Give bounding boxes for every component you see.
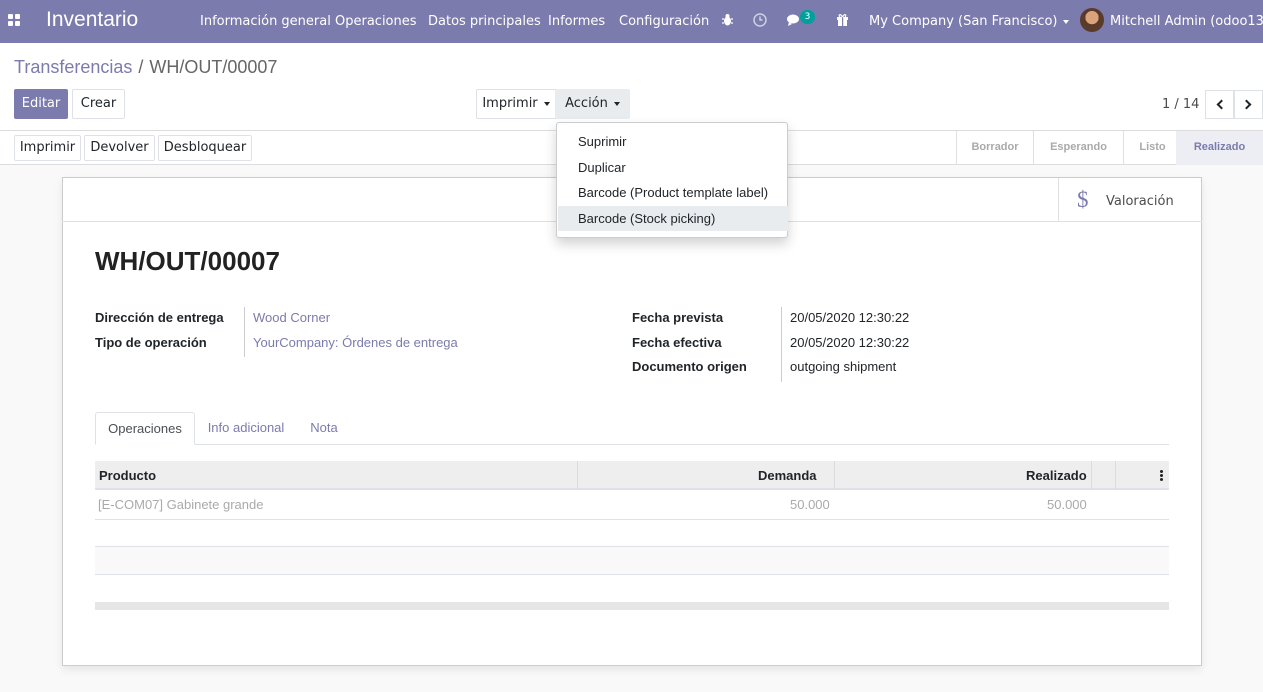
effective-date-label: Fecha efectiva [632,335,722,350]
chevron-right-icon [1241,99,1252,110]
print-dropdown-button[interactable]: Imprimir [476,89,556,119]
breadcrumb-current: WH/OUT/00007 [149,57,278,77]
tab-nota[interactable]: Nota [298,412,350,445]
clock-icon[interactable] [753,13,767,27]
dollar-icon: $ [1077,187,1089,212]
action-dropdown-button[interactable]: Acción [555,89,630,119]
stage-realizado: Realizado [1176,131,1263,165]
row-product[interactable]: [E-COM07] Gabinete grande [98,497,263,512]
chevron-left-icon [1216,99,1227,110]
column-divider [1115,461,1116,490]
bug-icon[interactable] [721,13,734,27]
chevron-down-icon [1063,19,1070,24]
delivery-address-value[interactable]: Wood Corner [253,310,330,325]
messages-badge: 3 [800,10,815,24]
menu-informes[interactable]: Informes [548,14,605,29]
breadcrumb-parent[interactable]: Transferencias [14,57,132,77]
chevron-down-icon [613,101,620,106]
scheduled-date-label: Fecha prevista [632,310,724,325]
print-label: Imprimir [482,96,538,111]
menu-operaciones[interactable]: Operaciones [335,14,417,29]
action-label: Acción [565,96,608,111]
row-demand[interactable]: 50.000 [790,497,830,512]
menu-item-duplicar[interactable]: Duplicar [558,155,788,180]
gift-icon[interactable] [836,12,849,26]
column-realizado[interactable]: Realizado [1026,468,1087,483]
pager-previous-button[interactable] [1205,90,1234,119]
unlock-button[interactable]: Desbloquear [158,135,252,161]
source-document-label: Documento origen [632,359,747,374]
table-row-divider [95,519,1169,520]
apps-menu-icon[interactable] [8,14,20,26]
column-divider [834,461,835,490]
top-navbar: Inventario Información general Operacion… [0,0,1263,43]
menu-item-suprimir[interactable]: Suprimir [558,129,788,154]
column-producto[interactable]: Producto [99,468,156,483]
stage-borrador: Borrador [971,141,1019,153]
menu-informacion-general[interactable]: Información general [200,14,331,29]
avatar[interactable] [1080,8,1104,32]
column-divider [577,461,578,490]
menu-configuracion[interactable]: Configuración [619,14,709,29]
column-demanda[interactable]: Demanda [758,468,817,483]
action-dropdown-menu: Suprimir Duplicar Barcode (Product templ… [556,122,788,238]
company-switcher[interactable]: My Company (San Francisco) [869,14,1070,29]
table-header [95,461,1169,490]
operation-type-value[interactable]: YourCompany: Órdenes de entrega [253,335,458,350]
print-button[interactable]: Imprimir [14,135,81,161]
return-button[interactable]: Devolver [84,135,155,161]
menu-item-barcode-stock-picking[interactable]: Barcode (Stock picking) [558,206,788,231]
chevron-down-icon [543,101,550,106]
table-row [95,547,1169,574]
company-name: My Company (San Francisco) [869,14,1058,29]
create-button[interactable]: Crear [72,89,125,119]
stage-esperando: Esperando [1050,141,1107,153]
pager-next-button[interactable] [1234,90,1263,119]
valuation-button[interactable]: $ Valoración [1058,178,1201,221]
breadcrumb: Transferencias / WH/OUT/00007 [14,57,277,78]
pager-value[interactable]: 1 / 14 [1162,97,1199,112]
column-divider [1091,461,1092,490]
menu-datos-principales[interactable]: Datos principales [428,14,541,29]
operation-type-label: Tipo de operación [95,335,207,350]
field-divider [244,307,245,357]
record-title: WH/OUT/00007 [95,246,280,276]
optional-columns-icon[interactable] [1160,470,1163,482]
field-divider [781,307,782,382]
stage-listo: Listo [1139,141,1166,153]
source-document-value: outgoing shipment [790,359,897,374]
row-done[interactable]: 50.000 [1047,497,1087,512]
user-name: Mitchell Admin (odoo13) [1110,14,1263,29]
tab-operaciones[interactable]: Operaciones [95,412,195,445]
table-footer [95,602,1169,610]
table-row-divider [95,574,1169,575]
scheduled-date-value: 20/05/2020 12:30:22 [790,310,910,325]
user-menu[interactable]: Mitchell Admin (odoo13) [1110,14,1263,29]
app-title[interactable]: Inventario [46,8,138,32]
breadcrumb-separator: / [138,57,144,77]
valuation-label: Valoración [1106,194,1174,209]
delivery-address-label: Dirección de entrega [95,310,224,325]
menu-item-barcode-product-template[interactable]: Barcode (Product template label) [558,180,788,205]
tab-info-adicional[interactable]: Info adicional [198,412,294,445]
effective-date-value: 20/05/2020 12:30:22 [790,335,910,350]
edit-button[interactable]: Editar [14,89,68,119]
